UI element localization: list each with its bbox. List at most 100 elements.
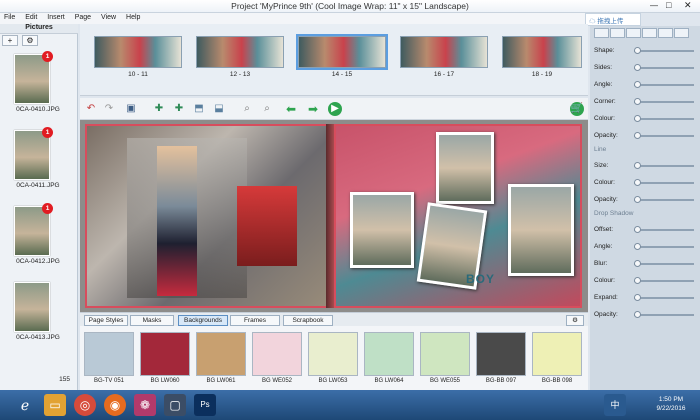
spread-thumbnail[interactable]: 16 - 17 (400, 36, 488, 88)
tab-properties[interactable] (594, 28, 609, 38)
save-icon[interactable]: ▣ (124, 102, 138, 116)
property-slider[interactable] (634, 47, 694, 54)
spread-thumbnail[interactable]: 18 - 19 (502, 36, 582, 88)
photobook-app-icon[interactable]: ❁ (134, 394, 156, 416)
menu-insert[interactable]: Insert (43, 13, 69, 22)
property-slider[interactable] (634, 81, 694, 88)
slider-handle[interactable] (634, 81, 641, 88)
close-button[interactable]: ✕ (684, 0, 692, 11)
property-slider[interactable] (634, 162, 694, 169)
chrome-icon[interactable]: ◎ (74, 394, 96, 416)
slider-handle[interactable] (634, 311, 641, 318)
redo-icon[interactable]: ↷ (102, 102, 116, 116)
spread-thumbnail-selected[interactable]: 14 - 15 (296, 34, 388, 88)
cart-icon[interactable]: 🛒 (570, 102, 584, 116)
slider-handle[interactable] (634, 132, 641, 139)
menu-edit[interactable]: Edit (21, 13, 41, 22)
clock[interactable]: 1:50 PM 9/22/2016 (646, 395, 696, 413)
settings-button[interactable]: ⚙ (21, 35, 38, 46)
property-slider[interactable] (634, 115, 694, 122)
slider-handle[interactable] (634, 115, 641, 122)
background-swatch[interactable]: BG WE055 (420, 332, 470, 388)
play-icon[interactable]: ▶ (328, 102, 342, 116)
property-slider[interactable] (634, 243, 694, 250)
property-slider[interactable] (634, 196, 694, 203)
tab-frames[interactable]: Frames (230, 315, 280, 326)
ie-icon[interactable]: ℯ (14, 394, 36, 416)
background-swatch[interactable]: BG LW064 (364, 332, 414, 388)
arrow-right-icon[interactable]: ➡ (306, 102, 320, 116)
add-picture-button[interactable]: + (2, 35, 18, 46)
slider-handle[interactable] (634, 294, 641, 301)
slider-handle[interactable] (634, 260, 641, 267)
upload-widget[interactable]: ☁ 拖拽上传 (585, 13, 641, 26)
canvas-area[interactable]: BOY (80, 120, 588, 312)
zoom-out-icon[interactable]: ⌕ (260, 102, 274, 116)
explorer-icon[interactable]: ▭ (44, 394, 66, 416)
background-swatch[interactable]: BG LW060 (140, 332, 190, 388)
slider-handle[interactable] (634, 179, 641, 186)
undo-icon[interactable]: ↶ (84, 102, 98, 116)
arrow-left-icon[interactable]: ⬅ (284, 102, 298, 116)
zoom-in-icon[interactable]: ⌕ (240, 102, 254, 116)
background-swatch[interactable]: BG LW061 (196, 332, 246, 388)
property-slider[interactable] (634, 179, 694, 186)
background-swatch[interactable]: BG WE052 (252, 332, 302, 388)
tab-page-styles[interactable]: Page Styles (84, 315, 128, 326)
right-page[interactable]: BOY (334, 124, 582, 308)
maximize-button[interactable]: □ (666, 0, 671, 10)
spread-thumbnail[interactable]: 12 - 13 (196, 36, 284, 88)
slider-handle[interactable] (634, 98, 641, 105)
left-page[interactable] (85, 124, 333, 308)
spread-thumbnail[interactable]: 10 - 11 (94, 36, 182, 88)
photo-frame[interactable] (508, 184, 574, 276)
slider-handle[interactable] (634, 64, 641, 71)
property-slider[interactable] (634, 311, 694, 318)
firefox-icon[interactable]: ◉ (104, 394, 126, 416)
picture-item[interactable]: 1 0CA-0411.JPG (6, 127, 70, 194)
tab-align[interactable] (658, 28, 673, 38)
strip-settings-button[interactable]: ⚙ (566, 315, 584, 326)
add-page-icon[interactable]: ✚ (152, 102, 166, 116)
tab-scrapbook[interactable]: Scrapbook (283, 315, 333, 326)
tab-masks[interactable]: Masks (130, 315, 174, 326)
slider-handle[interactable] (634, 196, 641, 203)
background-swatch[interactable]: BG LW053 (308, 332, 358, 388)
minimize-button[interactable]: — (650, 1, 658, 10)
slider-handle[interactable] (634, 226, 641, 233)
layout-icon[interactable]: ⬓ (212, 102, 226, 116)
property-slider[interactable] (634, 132, 694, 139)
window-icon[interactable]: ▢ (164, 394, 186, 416)
add-photo-icon[interactable]: ✚ (172, 102, 186, 116)
property-slider[interactable] (634, 260, 694, 267)
insert-icon[interactable]: ⬒ (192, 102, 206, 116)
tab-more[interactable] (674, 28, 689, 38)
property-slider[interactable] (634, 64, 694, 71)
slider-handle[interactable] (634, 277, 641, 284)
tab-layers[interactable] (642, 28, 657, 38)
property-slider[interactable] (634, 294, 694, 301)
menu-file[interactable]: File (0, 13, 19, 22)
menu-view[interactable]: View (97, 13, 120, 22)
background-swatch[interactable]: BG-TV 051 (84, 332, 134, 388)
slider-handle[interactable] (634, 243, 641, 250)
property-slider[interactable] (634, 226, 694, 233)
menu-help[interactable]: Help (122, 13, 144, 22)
picture-item[interactable]: 1 0CA-0412.JPG (6, 203, 70, 270)
property-slider[interactable] (634, 98, 694, 105)
ime-indicator[interactable]: 中 (604, 394, 626, 416)
background-swatch[interactable]: BG-BB 097 (476, 332, 526, 388)
photo-frame[interactable] (350, 192, 414, 268)
property-slider[interactable] (634, 277, 694, 284)
tab-effects[interactable] (626, 28, 641, 38)
tab-text[interactable] (610, 28, 625, 38)
menu-page[interactable]: Page (71, 13, 95, 22)
slider-handle[interactable] (634, 47, 641, 54)
picture-item[interactable]: 1 0CA-0410.JPG (6, 51, 70, 118)
slider-handle[interactable] (634, 162, 641, 169)
tab-backgrounds[interactable]: Backgrounds (178, 315, 228, 326)
photoshop-icon[interactable]: Ps (194, 394, 216, 416)
background-swatch[interactable]: BG-BB 098 (532, 332, 582, 388)
picture-item[interactable]: 0CA-0413.JPG (6, 282, 70, 346)
photo-frame[interactable] (436, 132, 494, 204)
